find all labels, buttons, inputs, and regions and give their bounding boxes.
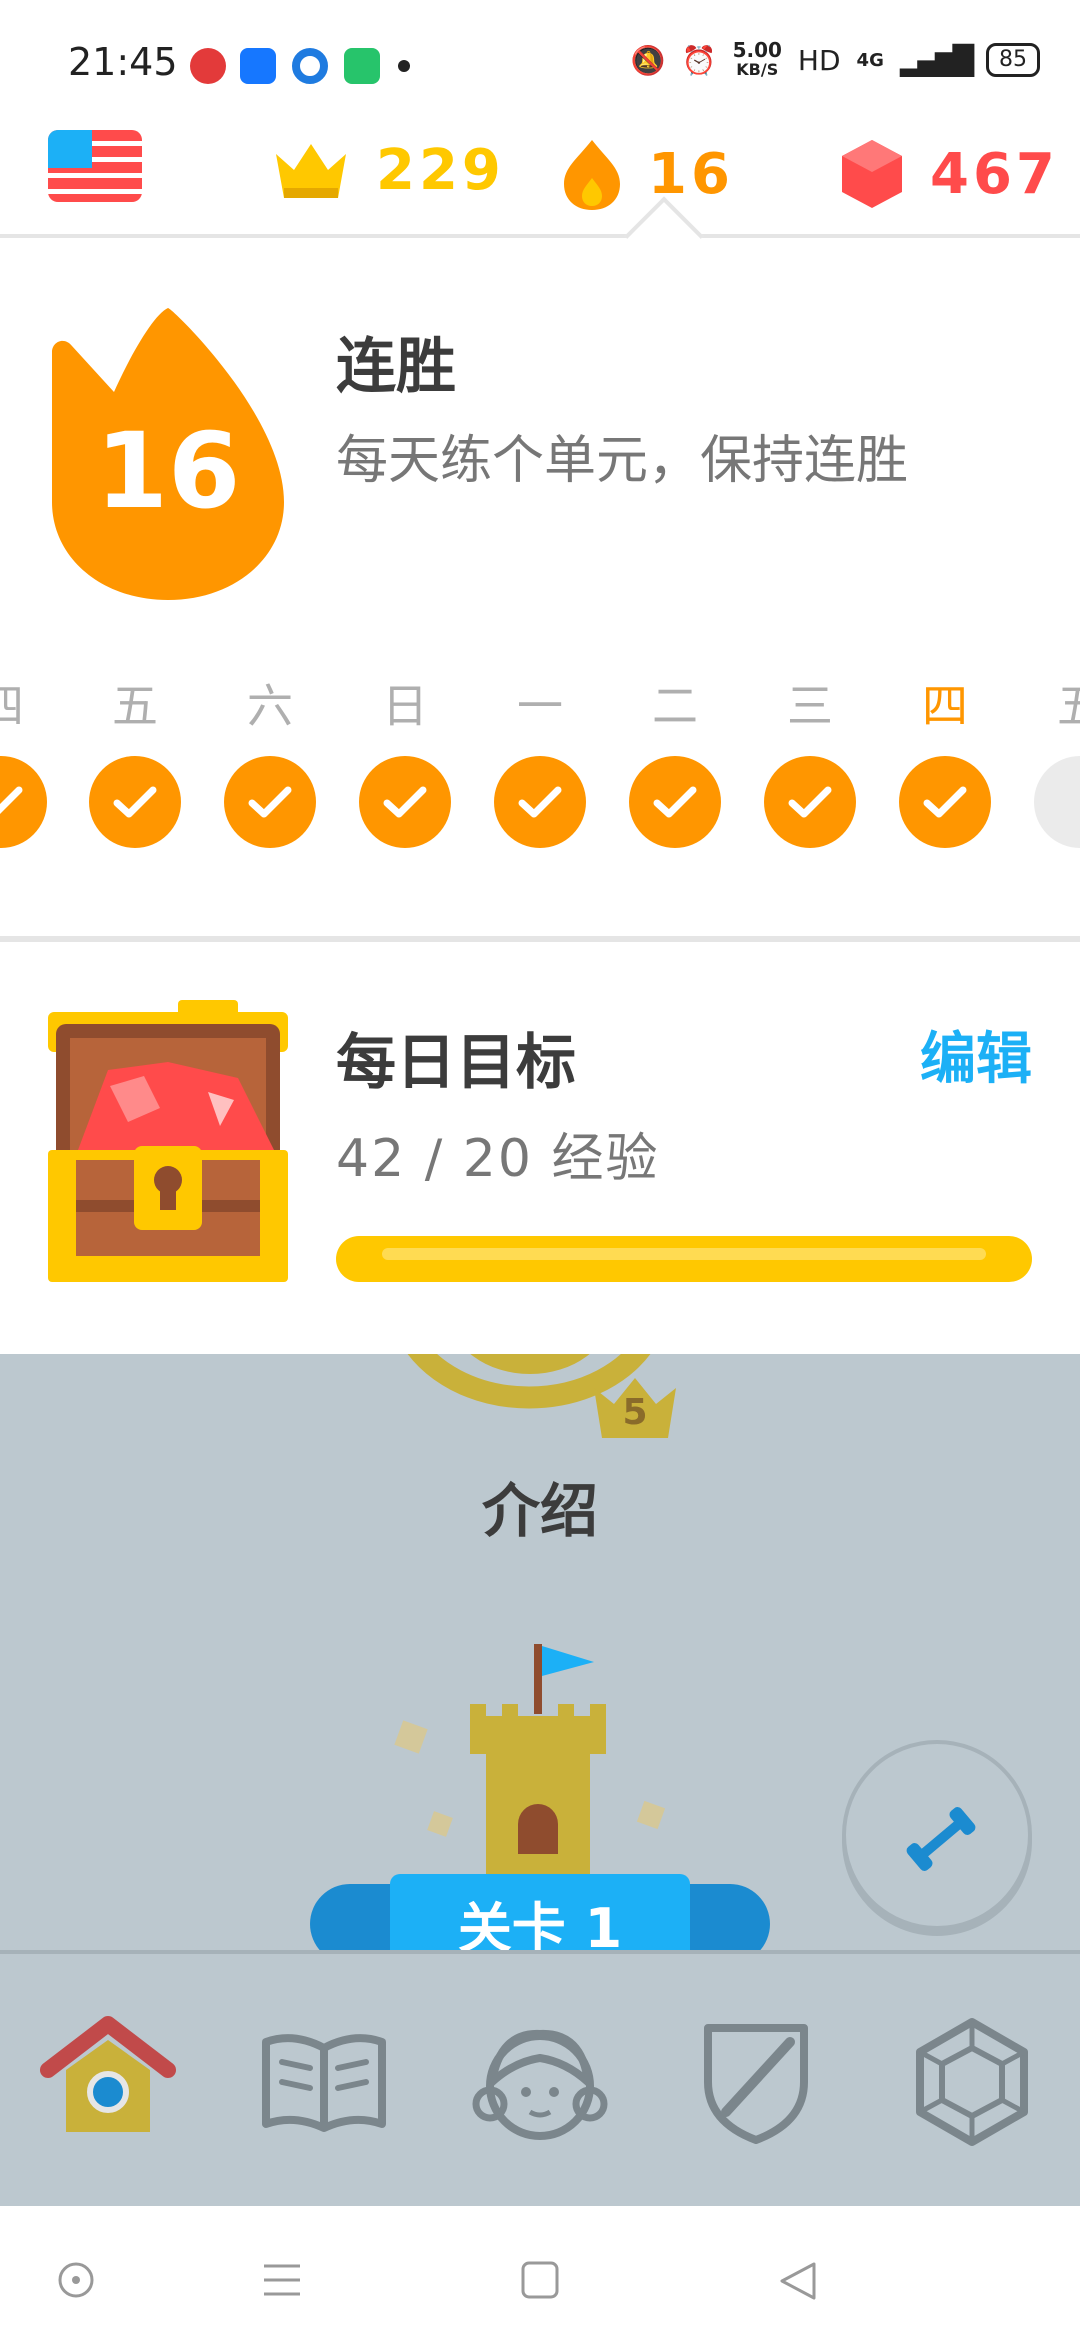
dumbbell-icon [906, 1807, 976, 1871]
status-bar: 21:45 🔕 ⏰ 5.00 KB/S HD 4G ▂▄▆█ 85 [0, 0, 1080, 120]
crown-level-badge: 5 [590, 1374, 680, 1440]
day-check-completed [89, 756, 181, 848]
castle-checkpoint-icon[interactable] [390, 1624, 690, 1884]
tab-shop[interactable] [902, 2012, 1042, 2152]
speed-value: 5.00 [732, 38, 782, 62]
system-navigation-bar [0, 2206, 1080, 2340]
checkpoint-button[interactable]: 关卡 1 [310, 1874, 770, 1954]
day-label: 六 [247, 679, 293, 733]
gem-outline-icon [916, 2018, 1028, 2146]
checkmark-icon [788, 786, 832, 818]
gems-stat[interactable]: 467 [840, 138, 1059, 210]
checkmark-icon [518, 786, 562, 818]
checkmark-icon [923, 786, 967, 818]
hd-indicator: HD [797, 43, 841, 77]
learning-path: 5 介绍 关卡 1 [0, 1354, 1080, 1954]
status-right: 🔕 ⏰ 5.00 KB/S HD 4G ▂▄▆█ 85 [631, 40, 1040, 80]
flame-icon [564, 140, 620, 210]
back-icon[interactable] [778, 2260, 818, 2302]
signal-icon: ▂▄▆█ [899, 43, 974, 77]
day-check-completed [899, 756, 991, 848]
progress-highlight [382, 1248, 986, 1260]
mute-icon: 🔕 [630, 43, 666, 77]
day-label: 一 [517, 679, 563, 733]
streak-count: 16 [648, 141, 734, 207]
network-speed: 5.00 KB/S [733, 40, 782, 80]
bottom-tab-bar [0, 1954, 1080, 2206]
gem-icon [842, 140, 902, 208]
day-label: 四 [922, 679, 968, 733]
daily-goal-title: 每日目标 [336, 1028, 576, 1098]
shield-icon [704, 2024, 808, 2144]
crowns-count: 229 [376, 138, 505, 203]
treasure-chest-icon [48, 1000, 288, 1282]
goal-progress-bar [336, 1236, 1032, 1282]
checkmark-icon [653, 786, 697, 818]
skill-label[interactable]: 介绍 [0, 1464, 1080, 1548]
us-flag-icon[interactable] [48, 130, 142, 202]
day-label: 四 [0, 679, 24, 733]
alipay-icon [240, 48, 276, 84]
more-notifications-dot [398, 60, 410, 72]
day-check-completed [629, 756, 721, 848]
avatar-icon [472, 2029, 608, 2140]
home-icon [40, 2016, 176, 2132]
speed-unit: KB/S [736, 60, 779, 79]
gems-count: 467 [930, 141, 1059, 207]
checkpoint-label: 关卡 1 [390, 1874, 690, 1954]
practice-button[interactable] [842, 1740, 1032, 1930]
day-check-completed [224, 756, 316, 848]
day-label: 三 [787, 679, 833, 733]
crown-icon [276, 143, 346, 198]
menu-icon[interactable] [262, 2262, 302, 2298]
battery-indicator: 85 [986, 43, 1040, 77]
checkmark-icon [0, 786, 23, 814]
day-label: 日 [382, 679, 428, 733]
day-label: 二 [652, 679, 698, 733]
crowns-stat[interactable]: 229 [272, 138, 505, 203]
day-check-completed [359, 756, 451, 848]
top-stats-bar: 229 16 467 [0, 120, 1080, 238]
streak-title: 连胜 [336, 332, 456, 402]
checkmark-icon [113, 786, 157, 818]
status-time: 21:45 [68, 40, 178, 84]
alarm-icon: ⏰ [681, 43, 717, 77]
day-check-completed [764, 756, 856, 848]
app-notification-icon [190, 48, 226, 84]
streak-subtitle: 每天练个单元，保持连胜 [336, 431, 909, 491]
checkmark-icon [383, 786, 427, 818]
streak-stat[interactable]: 16 [562, 138, 734, 210]
checkmark-icon [248, 786, 292, 818]
network-type: 4G [856, 49, 884, 71]
assistant-icon[interactable] [56, 2260, 96, 2300]
edit-goal-button[interactable]: 编辑 [920, 1014, 1032, 1095]
tab-stories[interactable] [254, 2012, 394, 2152]
app-icon [344, 48, 380, 84]
day-check-completed [494, 756, 586, 848]
tab-leagues[interactable] [686, 2012, 826, 2152]
big-streak-number: 16 [95, 410, 241, 532]
browser-icon [292, 48, 328, 84]
crown-level-number: 5 [622, 1392, 648, 1433]
home-square-icon[interactable] [520, 2260, 560, 2300]
tab-profile[interactable] [470, 2012, 610, 2152]
book-icon [262, 2034, 386, 2132]
tab-home[interactable] [38, 2012, 178, 2152]
goal-progress-text: 42 / 20 经验 [336, 1129, 660, 1189]
day-label: 五 [1057, 679, 1080, 733]
day-label: 五 [112, 679, 158, 733]
